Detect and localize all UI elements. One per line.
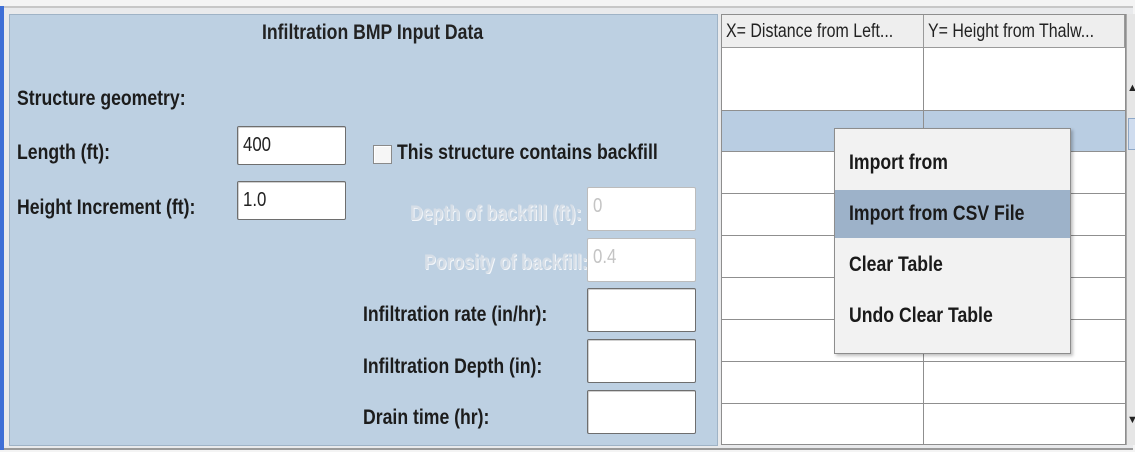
infiltration-rate-input[interactable] [587,288,696,332]
drain-time-label: Drain time (hr): [363,406,490,429]
scroll-down-arrow-icon[interactable]: ▼ [1127,414,1135,426]
height-increment-input[interactable]: 1.0 [237,181,346,220]
depth-of-backfill-label: Depth of backfill (ft): [410,202,582,225]
length-label: Length (ft): [17,141,111,164]
column-header-y[interactable]: Y= Height from Thalw... [924,15,1125,48]
table-scrollbar[interactable]: ▲ ▼ [1126,14,1135,445]
scroll-up-arrow-icon[interactable]: ▲ [1127,82,1135,94]
table-context-menu: Import from Spreadsheet Import from CSV … [834,128,1071,354]
menu-item-import-csv[interactable]: Import from CSV File [835,190,1070,238]
infiltration-depth-input[interactable] [587,339,696,383]
infiltration-depth-label: Infiltration Depth (in): [363,355,543,378]
height-increment-label: Height Increment (ft): [17,196,196,219]
panel-title: Infiltration BMP Input Data [262,21,484,44]
backfill-checkbox-label[interactable]: This structure contains backfill [397,138,707,168]
table-row-line [722,403,1125,404]
menu-item-clear-table[interactable]: Clear Table [835,241,1070,289]
focus-accent-bar [0,6,4,450]
table-row-line [722,361,1125,362]
structure-geometry-label: Structure geometry: [17,87,186,110]
table-row-line [722,110,1125,111]
depth-of-backfill-input[interactable]: 0 [587,187,696,231]
drain-time-input[interactable] [587,390,696,434]
backfill-checkbox[interactable] [373,145,392,164]
scrollbar-thumb[interactable] [1128,118,1135,150]
menu-item-undo-clear-table[interactable]: Undo Clear Table [835,292,1070,340]
column-header-x[interactable]: X= Distance from Left... [722,15,924,48]
infiltration-rate-label: Infiltration rate (in/hr): [363,303,548,326]
length-input[interactable]: 400 [237,126,346,165]
menu-item-import-spreadsheet[interactable]: Import from Spreadsheet [835,139,1070,222]
porosity-of-backfill-input[interactable]: 0.4 [587,238,696,282]
